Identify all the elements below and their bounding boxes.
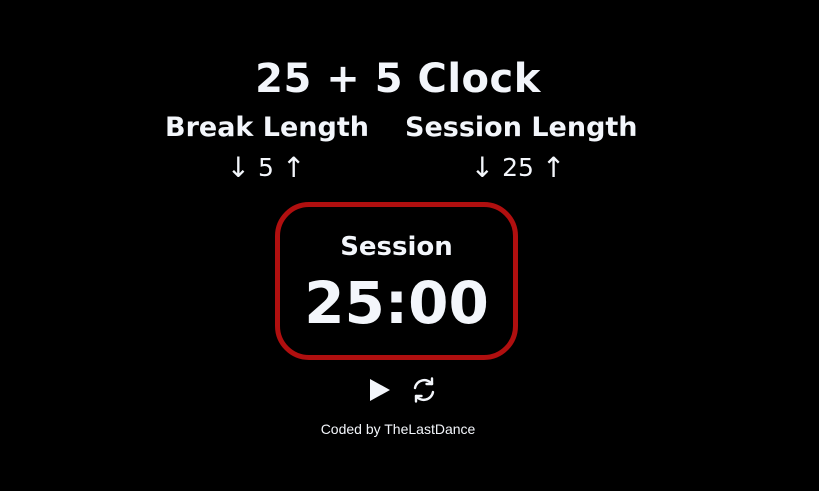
session-length-group: Session Length ↓ 25 ↑ — [405, 112, 638, 184]
start-stop-button[interactable] — [366, 376, 394, 404]
reset-button[interactable] — [410, 376, 438, 404]
session-decrement-button[interactable]: ↓ — [471, 152, 494, 184]
session-length-value: 25 — [502, 153, 534, 182]
timer-display: Session 25:00 — [275, 202, 518, 360]
break-decrement-button[interactable]: ↓ — [227, 152, 250, 184]
time-left: 25:00 — [304, 269, 489, 337]
break-length-group: Break Length ↓ 5 ↑ — [165, 112, 369, 184]
page-title: 25 + 5 Clock — [255, 56, 541, 102]
session-increment-button[interactable]: ↑ — [542, 152, 565, 184]
refresh-icon — [413, 377, 435, 403]
session-label: Session Length — [405, 112, 638, 143]
break-increment-button[interactable]: ↑ — [282, 152, 305, 184]
session-controls: ↓ 25 ↑ — [405, 152, 631, 184]
timer-controls — [366, 376, 438, 404]
break-length-value: 5 — [258, 153, 274, 182]
timer-label: Session — [340, 232, 453, 262]
break-controls: ↓ 5 ↑ — [165, 152, 367, 184]
break-label: Break Length — [165, 112, 369, 143]
footer-credit: Coded by TheLastDance — [320, 421, 476, 437]
play-icon — [370, 379, 390, 401]
clock-app: 25 + 5 Clock Break Length ↓ 5 ↑ Session … — [0, 0, 819, 491]
